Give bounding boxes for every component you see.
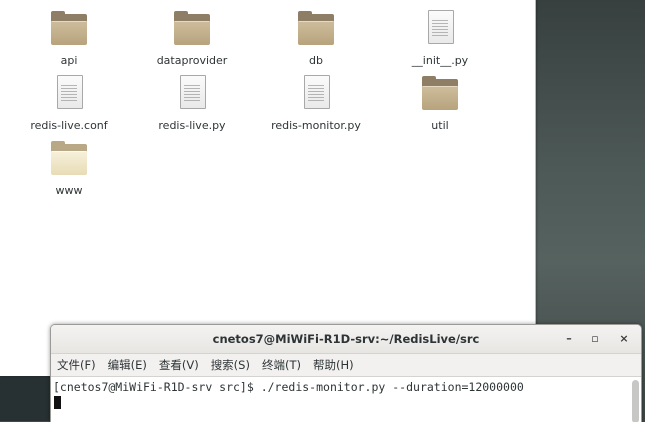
file-name: dataprovider [156,54,228,67]
menu-terminal[interactable]: 终端(T) [262,357,301,373]
file-name: redis-live.conf [30,119,108,132]
file-name: util [431,119,449,132]
menu-view[interactable]: 查看(V) [159,357,199,373]
minimize-button[interactable]: – [561,331,577,347]
maximize-button[interactable]: ▫ [587,331,603,347]
folder-icon [296,10,336,50]
file-item-dataprovider[interactable]: dataprovider [132,10,252,72]
file-item-api[interactable]: api [9,10,129,72]
file-item-redis-live-py[interactable]: redis-live.py [132,75,252,137]
menu-edit[interactable]: 编辑(E) [108,357,147,373]
terminal-scrollbar[interactable] [632,380,639,422]
text-document-icon [296,75,336,115]
terminal-output[interactable]: [cnetos7@MiWiFi-R1D-srv src]$ ./redis-mo… [51,376,641,422]
terminal-title: cnetos7@MiWiFi-R1D-srv:~/RedisLive/src [212,332,480,346]
text-document-icon [49,75,89,115]
file-name: __init__.py [411,54,469,67]
folder-icon [49,140,89,180]
file-item-redis-monitor-py[interactable]: redis-monitor.py [256,75,376,137]
file-manager-window: api dataprovider db __init__.py redis-li… [0,0,536,376]
terminal-window[interactable]: cnetos7@MiWiFi-R1D-srv:~/RedisLive/src –… [50,324,642,422]
text-document-icon [420,10,460,50]
file-name: redis-monitor.py [271,119,361,132]
folder-icon [420,75,460,115]
terminal-prompt-line: [cnetos7@MiWiFi-R1D-srv src]$ ./redis-mo… [53,380,524,394]
file-name: api [60,54,78,67]
file-item-www[interactable]: www [9,140,129,202]
file-name: db [309,54,323,67]
file-item-db[interactable]: db [256,10,376,72]
file-item-redis-live-conf[interactable]: redis-live.conf [9,75,129,137]
file-item-init-py[interactable]: __init__.py [380,10,500,72]
terminal-titlebar[interactable]: cnetos7@MiWiFi-R1D-srv:~/RedisLive/src –… [51,325,641,354]
close-button[interactable]: × [616,331,632,347]
folder-icon [49,10,89,50]
menu-search[interactable]: 搜索(S) [211,357,250,373]
terminal-menubar: 文件(F) 编辑(E) 查看(V) 搜索(S) 终端(T) 帮助(H) [51,354,641,376]
folder-icon [172,10,212,50]
menu-file[interactable]: 文件(F) [57,357,96,373]
file-name: www [55,184,83,197]
text-document-icon [172,75,212,115]
terminal-cursor [54,396,61,409]
menu-help[interactable]: 帮助(H) [313,357,354,373]
file-name: redis-live.py [158,119,226,132]
file-item-util[interactable]: util [380,75,500,137]
